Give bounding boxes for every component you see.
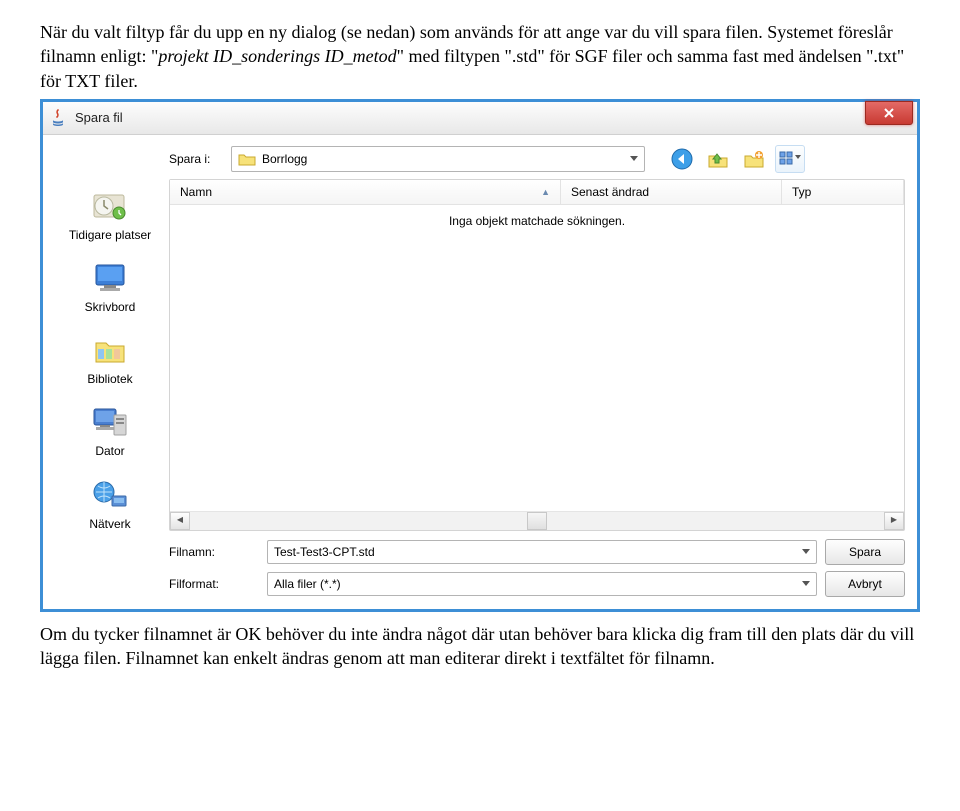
filename-label: Filnamn: xyxy=(169,544,259,560)
save-dialog: Spara fil Tidigare platser xyxy=(40,99,920,612)
place-label: Nätverk xyxy=(89,516,130,532)
place-label: Dator xyxy=(95,443,124,459)
intro-paragraph: När du valt filtyp får du upp en ny dial… xyxy=(40,20,920,93)
java-icon xyxy=(49,109,67,127)
chevron-down-icon xyxy=(802,581,810,587)
place-label: Bibliotek xyxy=(87,371,132,387)
col-date[interactable]: Senast ändrad xyxy=(561,180,782,204)
place-computer[interactable]: Dator xyxy=(88,401,132,459)
close-button[interactable] xyxy=(865,101,913,125)
format-combo[interactable]: Alla filer (*.*) xyxy=(267,572,817,596)
scroll-left-icon[interactable]: ◀ xyxy=(170,512,190,530)
dialog-title: Spara fil xyxy=(75,109,123,127)
places-bar: Tidigare platser Skrivbord Bibliotek xyxy=(55,145,165,603)
place-label: Skrivbord xyxy=(85,299,136,315)
clock-folder-icon xyxy=(88,185,132,225)
titlebar: Spara fil xyxy=(43,102,917,135)
new-folder-button[interactable] xyxy=(739,145,769,173)
computer-icon xyxy=(88,401,132,441)
cancel-button[interactable]: Avbryt xyxy=(825,571,905,597)
horizontal-scrollbar[interactable]: ◀ ▶ xyxy=(170,511,904,530)
desktop-icon xyxy=(88,257,132,297)
folder-icon xyxy=(238,152,256,166)
up-button[interactable] xyxy=(703,145,733,173)
column-headers[interactable]: Namn ▲ Senast ändrad Typ xyxy=(170,180,904,205)
scroll-right-icon[interactable]: ▶ xyxy=(884,512,904,530)
views-button[interactable] xyxy=(775,145,805,173)
save-button[interactable]: Spara xyxy=(825,539,905,565)
filename-input[interactable]: Test-Test3-CPT.std xyxy=(267,540,817,564)
scroll-thumb[interactable] xyxy=(527,512,547,530)
empty-message: Inga objekt matchade sökningen. xyxy=(170,213,904,229)
place-recent[interactable]: Tidigare platser xyxy=(69,185,151,243)
place-label: Tidigare platser xyxy=(69,227,151,243)
libraries-icon xyxy=(88,329,132,369)
outro-paragraph: Om du tycker filnamnet är OK behöver du … xyxy=(40,622,920,671)
place-libraries[interactable]: Bibliotek xyxy=(87,329,132,387)
folder-name: Borrlogg xyxy=(262,151,624,167)
sort-asc-icon: ▲ xyxy=(541,186,550,198)
col-name[interactable]: Namn ▲ xyxy=(170,180,561,204)
back-button[interactable] xyxy=(667,145,697,173)
format-label: Filformat: xyxy=(169,576,259,592)
network-icon xyxy=(88,474,132,514)
folder-combo[interactable]: Borrlogg xyxy=(231,146,645,172)
chevron-down-icon xyxy=(630,156,638,162)
intro-italic: projekt ID_sonderings ID_metod xyxy=(158,46,396,66)
look-in-label: Spara i: xyxy=(169,151,225,167)
file-list-pane[interactable]: Namn ▲ Senast ändrad Typ Inga objekt mat… xyxy=(169,179,905,531)
place-desktop[interactable]: Skrivbord xyxy=(85,257,136,315)
chevron-down-icon xyxy=(802,549,810,555)
place-network[interactable]: Nätverk xyxy=(88,474,132,532)
col-type[interactable]: Typ xyxy=(782,180,904,204)
